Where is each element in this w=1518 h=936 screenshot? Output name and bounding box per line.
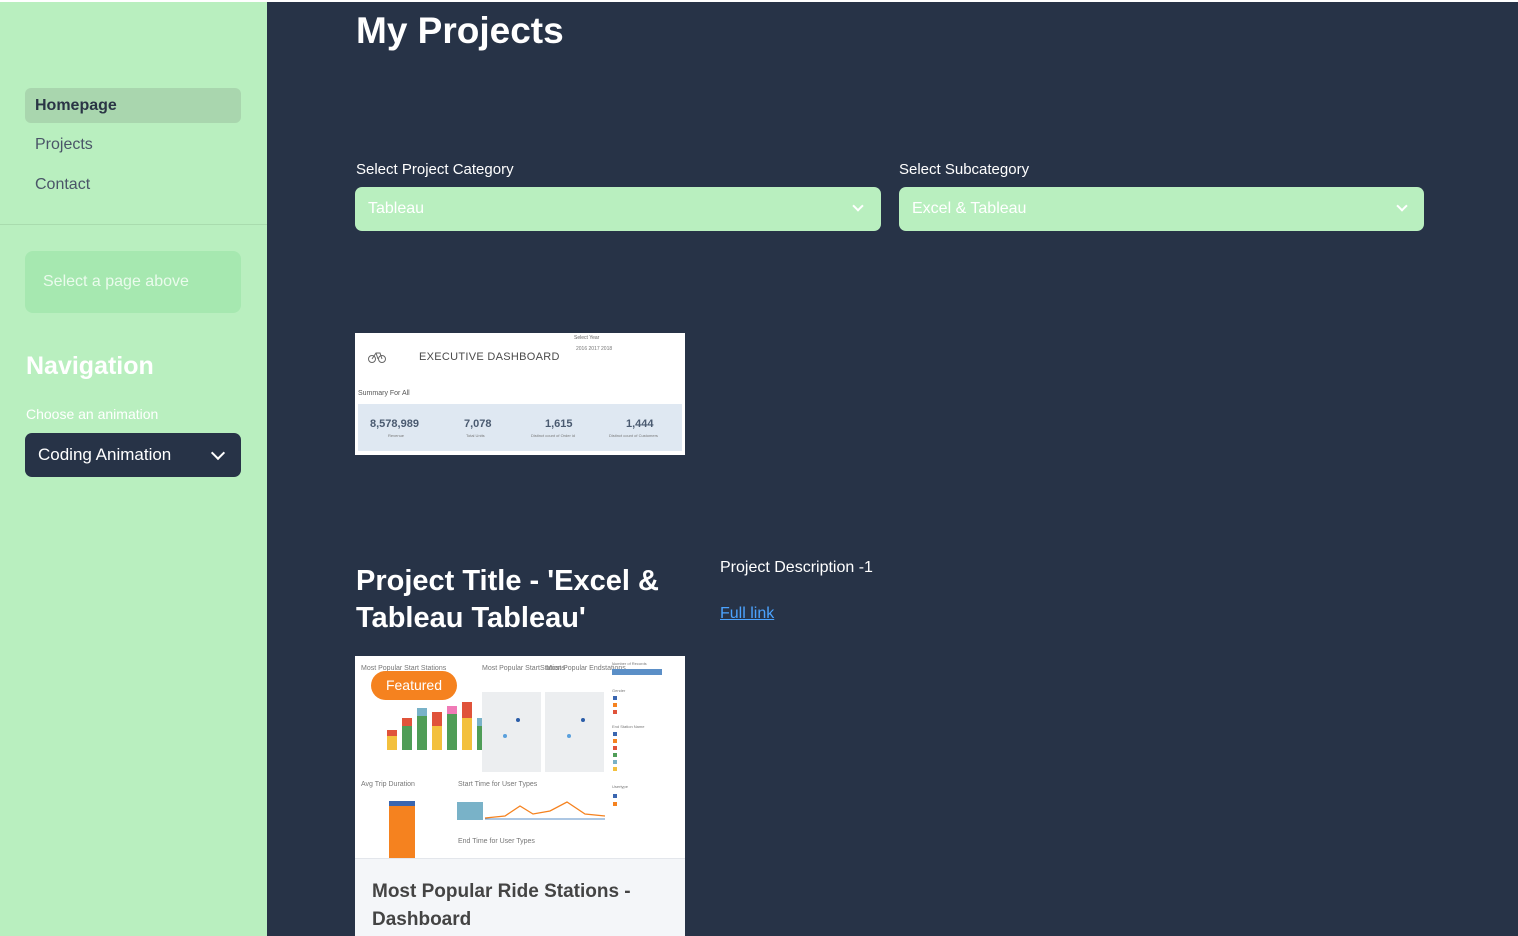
category-select[interactable]: Tableau (355, 187, 881, 231)
kpi-value: 1,615 (545, 418, 573, 430)
animation-select-value: Coding Animation (38, 445, 172, 464)
kpi-label: Revenue (388, 433, 405, 438)
map-panel (482, 692, 541, 772)
chart-label: Usertype (612, 784, 629, 789)
thumbnail-year-label: Select Year (574, 335, 600, 341)
chart-label: Avg Trip Duration (361, 781, 415, 788)
sidebar-item-projects[interactable]: Projects (25, 127, 241, 162)
kpi-value: 1,444 (626, 418, 654, 430)
start-time-bar (457, 802, 483, 820)
map-panel (545, 692, 604, 772)
kpi-label: Total Units (466, 433, 485, 438)
sidebar-item-contact[interactable]: Contact (25, 167, 241, 202)
bicycle-icon (368, 352, 386, 363)
full-link[interactable]: Full link (720, 605, 774, 623)
kpi-value: 7,078 (464, 418, 492, 430)
chart-label: End Station Name (612, 724, 645, 729)
card-footer: Most Popular Ride Stations - Dashboard (355, 858, 685, 936)
featured-project-card[interactable]: Most Popular Start Stations Most Popular… (355, 656, 685, 936)
chevron-down-icon (210, 445, 226, 461)
chart-label: Gender (612, 688, 626, 693)
animation-label: Choose an animation (26, 406, 159, 422)
sidebar-item-homepage[interactable]: Homepage (25, 88, 241, 123)
chevron-down-icon (852, 200, 864, 212)
subcategory-label: Select Subcategory (899, 161, 1030, 178)
page-title: My Projects (356, 10, 564, 51)
navigation-heading: Navigation (26, 352, 154, 380)
subcategory-select-value: Excel & Tableau (912, 200, 1027, 217)
stacked-bar-chart (387, 702, 487, 750)
sidebar-hint: Select a page above (25, 251, 241, 313)
chart-label: Start Time for User Types (458, 781, 538, 788)
project-thumbnail[interactable]: EXECUTIVE DASHBOARD Select Year 2016 201… (355, 333, 685, 455)
legend-gradient (612, 669, 662, 675)
chart-label: Number of Records (612, 661, 647, 666)
thumbnail-kpi-bar: 8,578,989 Revenue 7,078 Total Units 1,61… (358, 404, 682, 451)
kpi-value: 8,578,989 (370, 418, 419, 430)
thumbnail-header: EXECUTIVE DASHBOARD (419, 351, 560, 363)
card-title: Most Popular Ride Stations - Dashboard (372, 881, 631, 930)
kpi-label: Distinct count of Customers (609, 433, 658, 438)
featured-badge: Featured (371, 671, 457, 700)
category-select-value: Tableau (368, 200, 425, 217)
chevron-down-icon (1396, 200, 1408, 212)
sidebar-divider (0, 224, 267, 225)
sidebar: Homepage Projects Contact Select a page … (0, 2, 267, 936)
project-description: Project Description -1 (720, 559, 873, 576)
thumbnail-years: 2016 2017 2018 (576, 346, 613, 352)
chart-label: End Time for User Types (458, 838, 535, 845)
start-time-line (484, 801, 606, 819)
kpi-label: Distinct count of Order id (531, 433, 576, 438)
avg-trip-bar (389, 806, 415, 858)
category-label: Select Project Category (356, 161, 514, 178)
thumbnail-summary-label: Summary For All (358, 390, 410, 397)
animation-select[interactable]: Coding Animation (25, 433, 241, 477)
project-title: Project Title - 'Excel & Tableau Tableau… (356, 565, 659, 634)
subcategory-select[interactable]: Excel & Tableau (899, 187, 1424, 231)
